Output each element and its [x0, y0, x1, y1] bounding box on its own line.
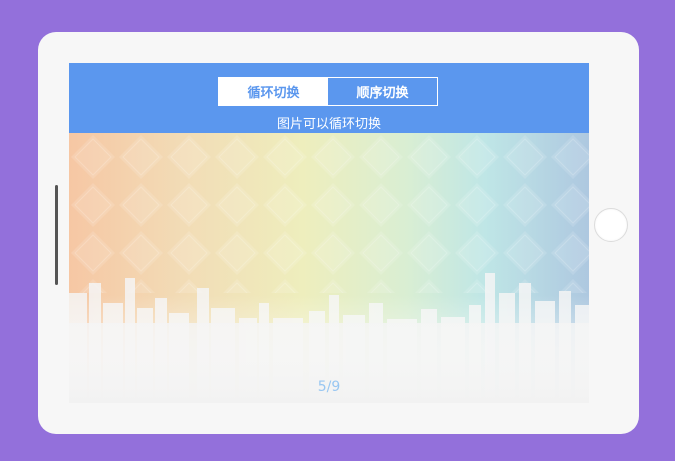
- header-bar: 循环切换 顺序切换 图片可以循环切换: [69, 63, 589, 133]
- slide-image[interactable]: [69, 133, 589, 403]
- subtitle-text: 图片可以循环切换: [276, 117, 381, 132]
- rainbow-city-skyline-image: [69, 133, 589, 403]
- loop-switch-button[interactable]: 循环切换: [219, 78, 328, 105]
- slide-pager: 5/9: [69, 379, 589, 395]
- side-button: [55, 185, 58, 285]
- pager-total: 9: [331, 379, 341, 395]
- mode-toggle: 循环切换 顺序切换: [218, 77, 438, 106]
- home-button[interactable]: [594, 208, 628, 242]
- pager-current: 5: [317, 379, 327, 395]
- tablet-frame: 循环切换 顺序切换 图片可以循环切换 5/9: [38, 32, 639, 434]
- sequential-switch-button[interactable]: 顺序切换: [328, 78, 437, 105]
- tablet-screen: 循环切换 顺序切换 图片可以循环切换 5/9: [69, 63, 589, 403]
